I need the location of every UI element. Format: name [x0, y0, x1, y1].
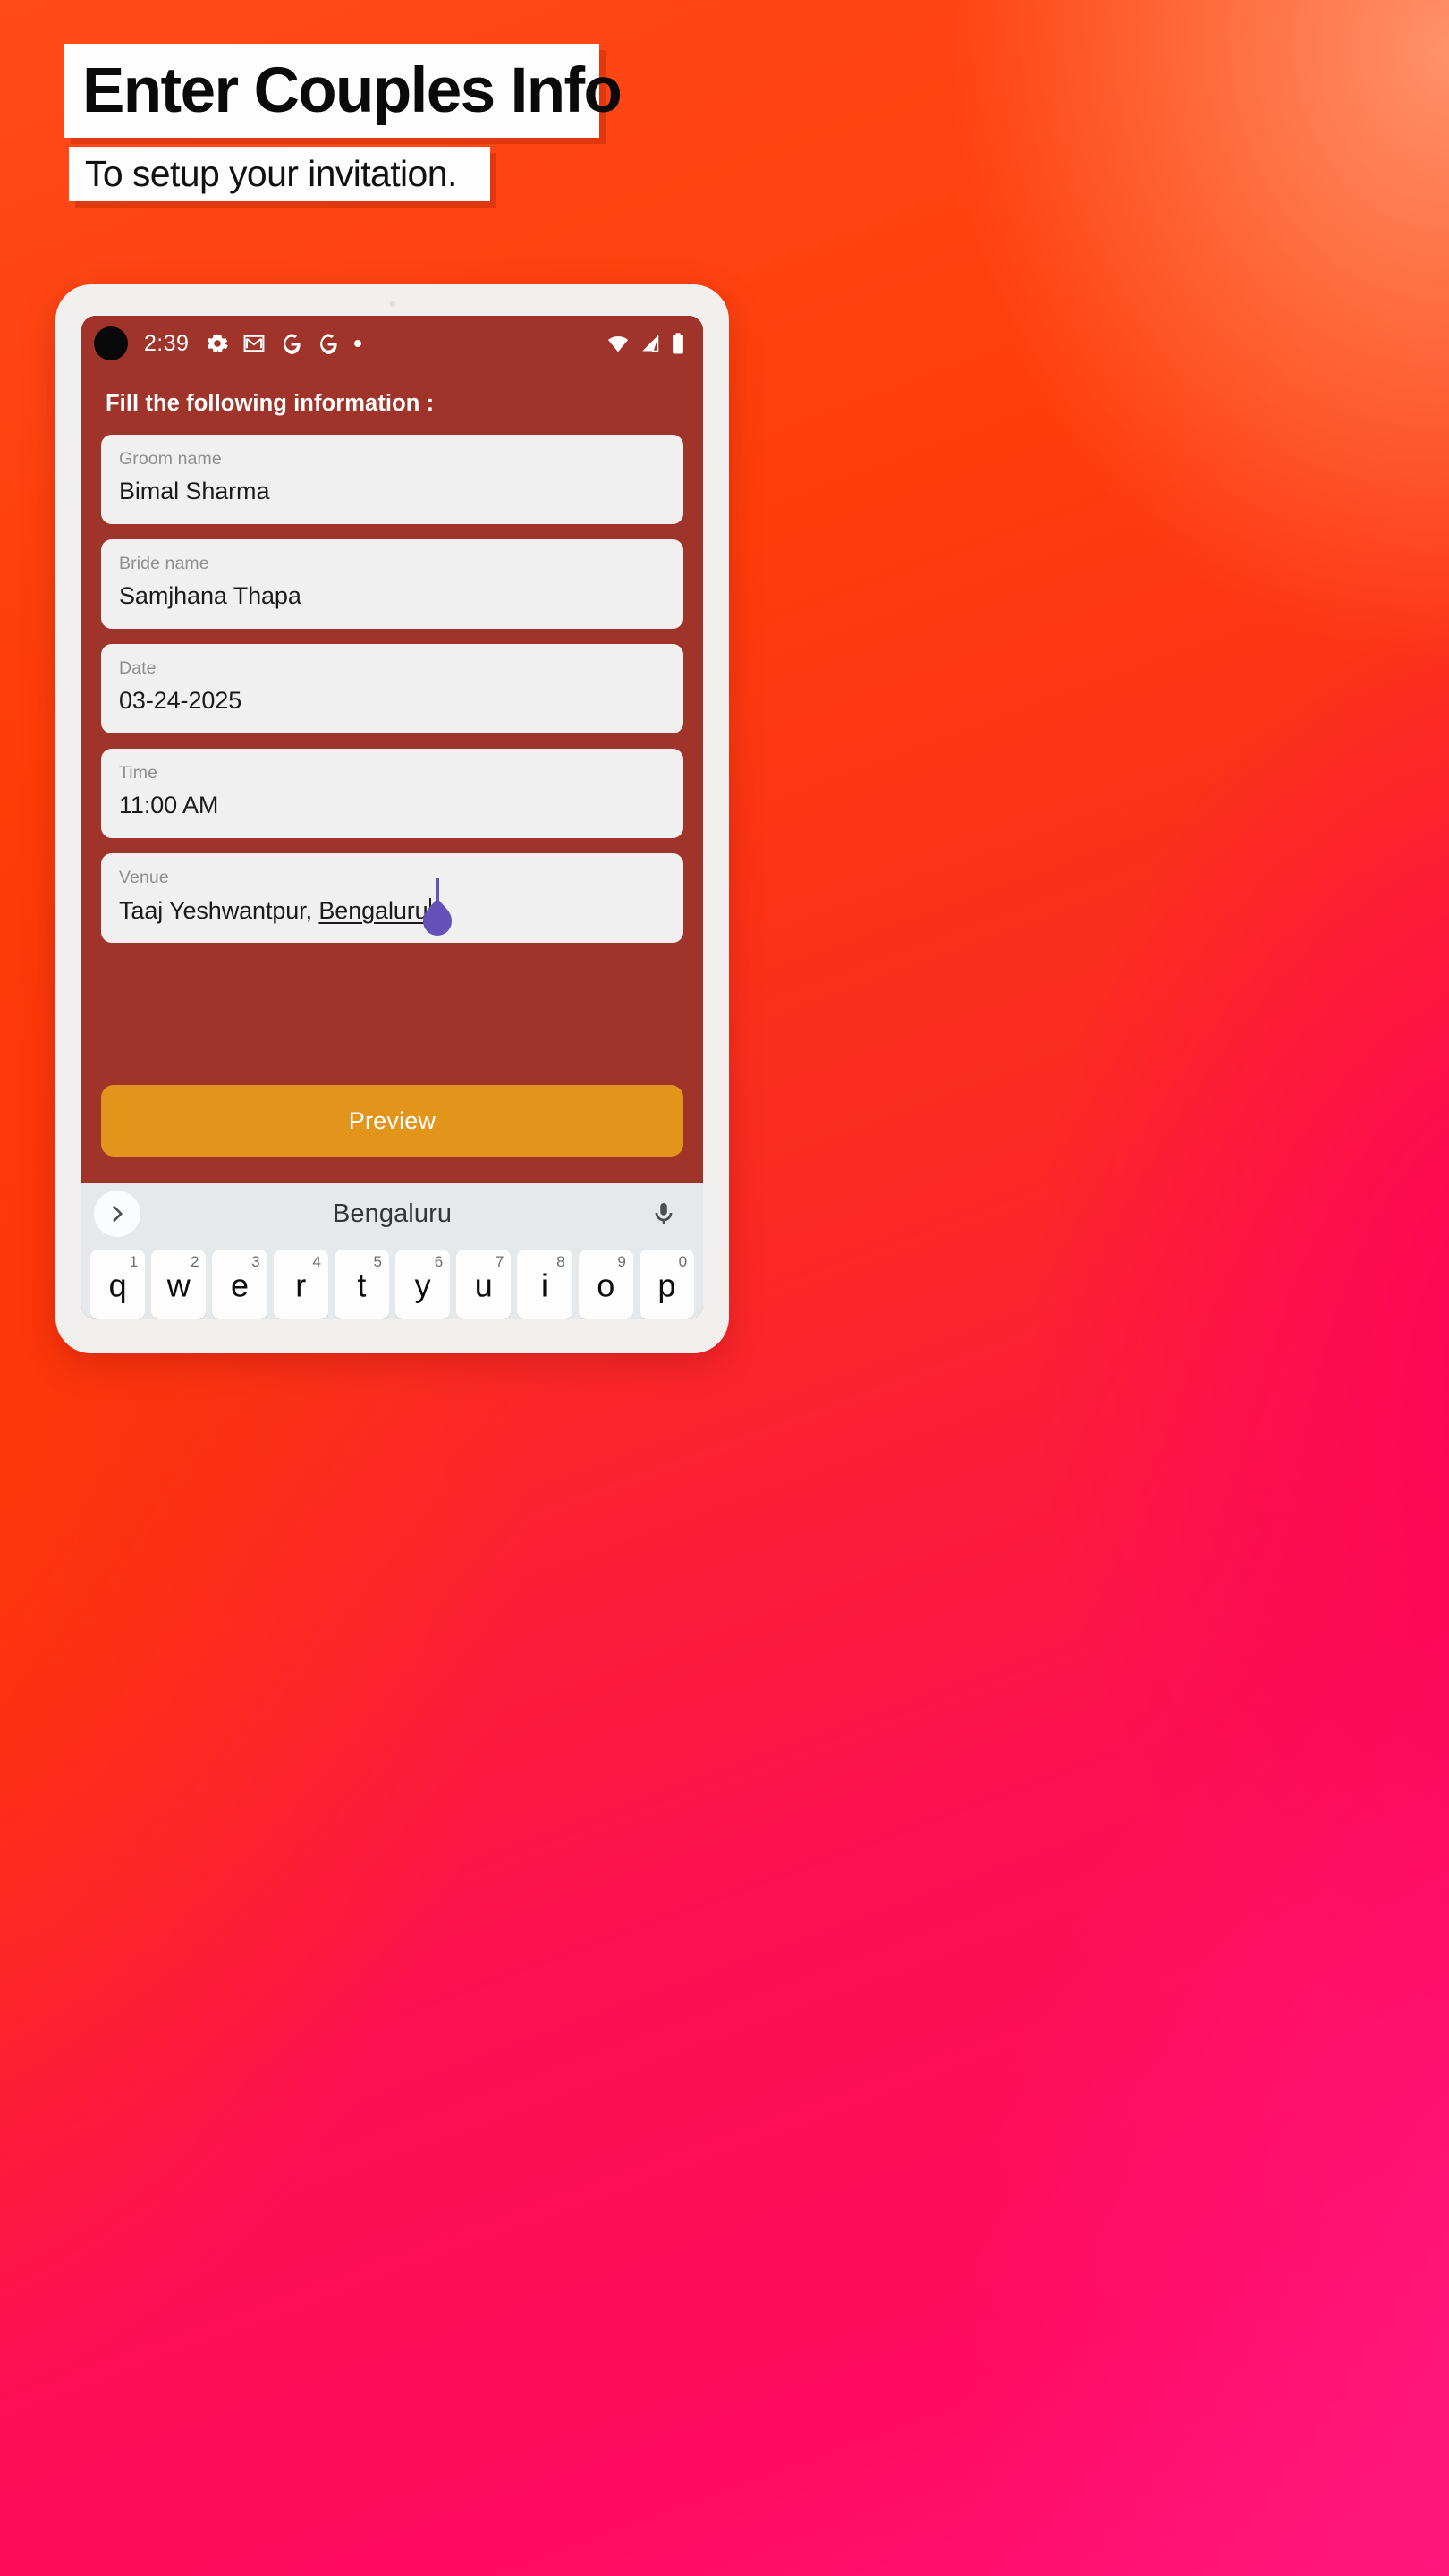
key-r[interactable]: 4 r [273, 1250, 328, 1319]
preview-button[interactable]: Preview [101, 1085, 683, 1157]
key-letter-label: p [657, 1267, 676, 1304]
status-bar-notification-icons [206, 332, 363, 355]
key-y[interactable]: 6 y [395, 1250, 451, 1319]
form-header-text: Fill the following information : [106, 391, 435, 416]
key-letter-label: w [166, 1267, 191, 1304]
expand-suggestions-button[interactable] [94, 1191, 140, 1237]
key-number-label: 4 [312, 1253, 321, 1270]
phone-speaker-dot [389, 301, 395, 307]
front-camera-punch-hole [94, 326, 128, 360]
chevron-right-icon [113, 1206, 123, 1222]
promo-background: Enter Couples Info To setup your invitat… [0, 0, 1449, 2576]
key-o[interactable]: 9 o [578, 1250, 633, 1319]
key-letter-label: i [541, 1267, 549, 1304]
field-value: 03-24-2025 [119, 686, 242, 714]
cellular-signal-icon [642, 335, 659, 352]
phone-mockup-frame: 2:39 Fill the following information: Gr… [55, 284, 729, 1353]
field-label: Groom name [119, 449, 222, 469]
google-g-icon [284, 334, 301, 355]
promo-subtitle-banner: To setup your invitation. [69, 147, 490, 201]
keyboard-top-row: 1 q 2 w 3 e 4 r 5 t 6 y 7 u 8 i 9 o 0 p [81, 1244, 703, 1319]
key-number-label: 3 [251, 1253, 260, 1270]
microphone-icon [655, 1203, 673, 1224]
field-value: Bimal Sharma [119, 477, 270, 504]
page-subtitle: To setup your invitation. [85, 153, 457, 194]
field-label: Bride name [119, 554, 209, 573]
field-groom-name[interactable]: Groom name Bimal Sharma [101, 435, 683, 524]
key-t[interactable]: 5 t [334, 1250, 390, 1319]
key-number-label: 8 [556, 1253, 565, 1270]
key-number-label: 1 [129, 1253, 139, 1270]
google-g-icon [320, 334, 337, 355]
key-w[interactable]: 2 w [151, 1250, 207, 1319]
field-value-composing-text: Bengaluru [318, 896, 428, 924]
key-number-label: 7 [495, 1253, 504, 1270]
field-label: Venue [119, 868, 169, 887]
key-letter-label: t [357, 1267, 367, 1304]
gmail-icon [243, 335, 265, 352]
field-venue[interactable]: Venue Taaj Yeshwantpur, Bengaluru [101, 853, 683, 943]
key-i[interactable]: 8 i [517, 1250, 572, 1319]
dot-icon [354, 340, 362, 347]
key-number-label: 6 [434, 1253, 444, 1270]
on-screen-keyboard: Bengaluru 1 q 2 w 3 e 4 r 5 t 6 y 7 u 8 … [81, 1183, 703, 1319]
gear-icon [208, 334, 229, 352]
field-bride-name[interactable]: Bride name Samjhana Thapa [101, 539, 683, 629]
key-letter-label: q [108, 1267, 127, 1304]
voice-input-button[interactable] [644, 1194, 683, 1233]
field-date[interactable]: Date 03-24-2025 [101, 644, 683, 733]
field-label: Date [119, 658, 157, 678]
key-letter-label: o [597, 1267, 615, 1304]
key-u[interactable]: 7 u [456, 1250, 512, 1319]
phone-screen: 2:39 Fill the following information: Gr… [81, 316, 703, 1319]
keyboard-suggestion-strip: Bengaluru [81, 1183, 703, 1244]
field-value: Samjhana Thapa [119, 581, 301, 609]
field-value: Taaj Yeshwantpur, Bengaluru [119, 896, 665, 924]
key-number-label: 0 [678, 1253, 688, 1270]
key-number-label: 9 [617, 1253, 626, 1270]
status-bar-system-icons [606, 332, 685, 355]
page-title: Enter Couples Info [82, 55, 623, 126]
text-caret [428, 897, 431, 924]
key-letter-label: e [230, 1267, 250, 1304]
field-label: Time [119, 763, 158, 783]
key-letter-label: r [295, 1267, 307, 1304]
preview-button-container: Preview [81, 1085, 703, 1183]
suggestion-word[interactable]: Bengaluru [81, 1199, 703, 1229]
key-e[interactable]: 3 e [212, 1250, 267, 1319]
battery-icon [673, 333, 683, 354]
status-bar-clock: 2:39 [144, 330, 190, 356]
field-value: 11:00 AM [119, 791, 219, 818]
field-time[interactable]: Time 11:00 AM [101, 749, 683, 838]
field-value-text: Taaj Yeshwantpur, [119, 896, 319, 924]
key-q[interactable]: 1 q [90, 1250, 146, 1319]
key-number-label: 2 [190, 1253, 199, 1270]
promo-title-banner: Enter Couples Info [64, 44, 623, 138]
app-content-area: 2:39 Fill the following information: Gr… [81, 316, 703, 1183]
key-letter-label: u [474, 1267, 493, 1304]
key-number-label: 5 [373, 1253, 383, 1270]
key-letter-label: y [414, 1267, 431, 1304]
wifi-icon [607, 335, 629, 352]
status-bar: 2:39 [81, 316, 703, 371]
form-fields-list: Groom name Bimal Sharma Bride name Samjh… [81, 417, 703, 958]
key-p[interactable]: 0 p [639, 1250, 695, 1319]
